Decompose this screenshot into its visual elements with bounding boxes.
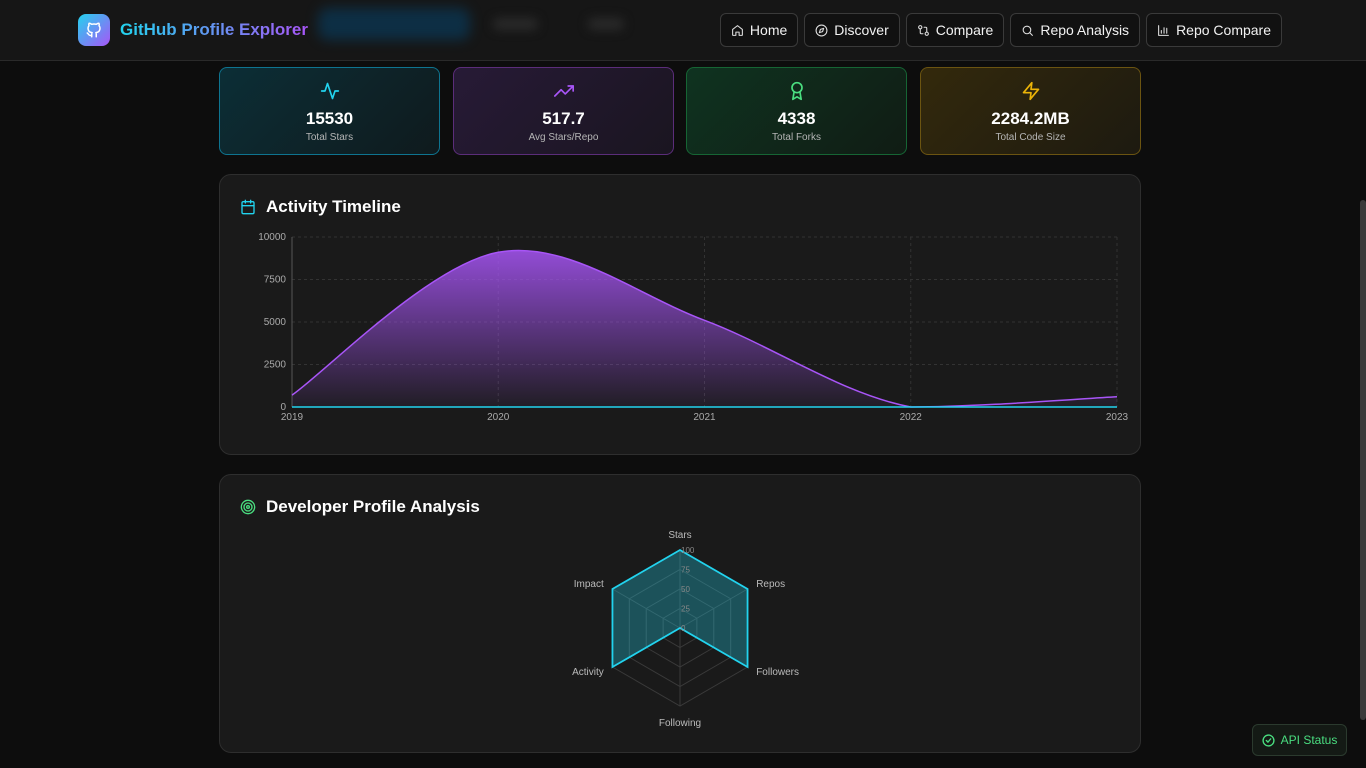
- compare-icon: [917, 24, 929, 36]
- stat-value: 4338: [777, 109, 816, 128]
- stat-card-avg-stars: 517.7 Avg Stars/Repo: [453, 67, 674, 155]
- nav-compare-label: Compare: [935, 22, 994, 38]
- radar-axis-label: Repos: [756, 579, 785, 590]
- search-icon: [1022, 25, 1034, 36]
- blurred-search: [318, 8, 470, 40]
- radar-tick-label: 0: [681, 624, 686, 633]
- activity-icon: [320, 81, 340, 101]
- nav-discover-label: Discover: [834, 22, 889, 38]
- stats-row: 15530 Total Stars 517.7 Avg Stars/Repo 4…: [219, 67, 1141, 155]
- activity-timeline-card: Activity Timeline 0 2500 5000 7500 10000 2019…: [219, 174, 1141, 455]
- stat-value: 15530: [305, 109, 354, 128]
- brand[interactable]: GitHub Profile Explorer: [78, 14, 308, 46]
- nav-repo-analysis-button[interactable]: Repo Analysis: [1010, 13, 1141, 47]
- radar-axis-label: Followers: [756, 667, 799, 678]
- bar-chart-icon: [1158, 24, 1169, 36]
- stat-label: Total Forks: [772, 132, 821, 143]
- stat-value: 517.7: [542, 109, 585, 128]
- x-tick-label: 2022: [900, 412, 923, 423]
- award-icon: [787, 81, 807, 101]
- nav-repo-compare-button[interactable]: Repo Compare: [1146, 13, 1282, 47]
- check-circle-icon: [1262, 733, 1275, 747]
- home-icon: [732, 24, 743, 36]
- nav-home-label: Home: [749, 22, 788, 38]
- x-tick-label: 2020: [487, 412, 510, 423]
- stat-card-total-forks: 4338 Total Forks: [686, 67, 907, 155]
- nav-repo-compare-label: Repo Compare: [1176, 22, 1271, 38]
- stat-value: 2284.2MB: [991, 109, 1070, 128]
- nav-discover-button[interactable]: Discover: [804, 13, 900, 47]
- y-tick-label: 10000: [258, 232, 286, 243]
- radar-tick-label: 75: [681, 566, 690, 575]
- stat-label: Total Code Size: [995, 132, 1066, 143]
- y-tick-label: 5000: [264, 317, 287, 328]
- api-status-button[interactable]: API Status: [1252, 724, 1347, 756]
- stat-label: Total Stars: [305, 132, 354, 143]
- x-tick-label: 2021: [693, 412, 716, 423]
- radar-axis-label: Stars: [668, 530, 691, 541]
- profile-analysis-card: Developer Profile Analysis 0 25 50 75 100 Sta…: [219, 474, 1141, 753]
- y-tick-label: 2500: [264, 360, 287, 371]
- nav-home-button[interactable]: Home: [719, 13, 799, 47]
- profile-radar-chart: 0 25 50 75 100 Stars Repos Followers Following Ac…: [572, 530, 799, 729]
- y-tick-label: 7500: [264, 275, 287, 286]
- radar-axis-label: Activity: [572, 667, 604, 678]
- page-scrollbar[interactable]: [1360, 200, 1366, 720]
- nav-repo-analysis-label: Repo Analysis: [1040, 22, 1130, 38]
- radar-tick-label: 100: [681, 546, 695, 555]
- main-nav: Home Discover Compare Repo Analysis Repo…: [719, 13, 1282, 47]
- x-tick-label: 2019: [281, 412, 304, 423]
- compass-icon: [815, 24, 828, 36]
- radar-tick-label: 50: [681, 585, 690, 594]
- stat-card-total-code-size: 2284.2MB Total Code Size: [920, 67, 1141, 155]
- top-navbar: GitHub Profile Explorer Home Discover Co…: [0, 0, 1366, 61]
- activity-area-chart: 0250050007500100002019 2020 2021 2022 2023: [258, 232, 1129, 423]
- trending-up-icon: [553, 81, 574, 101]
- x-tick-label: 2023: [1106, 412, 1129, 423]
- blurred-item: [588, 18, 624, 30]
- radar-axis-label: Impact: [574, 579, 604, 590]
- radar-axis-label: Following: [659, 718, 701, 729]
- stat-label: Avg Stars/Repo: [528, 132, 599, 143]
- github-icon: [78, 14, 110, 46]
- brand-title: GitHub Profile Explorer: [120, 20, 308, 39]
- blurred-item: [493, 18, 538, 30]
- api-status-label: API Status: [1280, 733, 1338, 747]
- zap-icon: [1021, 81, 1041, 101]
- stat-card-total-stars: 15530 Total Stars: [219, 67, 440, 155]
- radar-tick-label: 25: [681, 605, 690, 614]
- nav-compare-button[interactable]: Compare: [905, 13, 1005, 47]
